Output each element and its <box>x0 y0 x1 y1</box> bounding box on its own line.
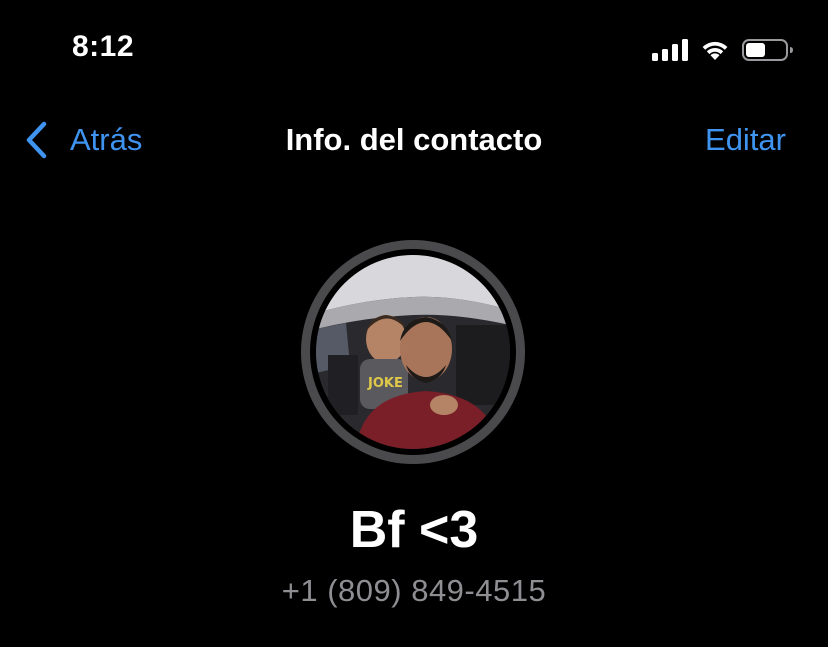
navigation-bar: Atrás Info. del contacto Editar <box>0 112 828 172</box>
wifi-icon <box>702 41 728 60</box>
contact-name: Bf <3 <box>349 501 479 559</box>
avatar[interactable]: JOKE <box>301 240 525 464</box>
avatar-frame: JOKE <box>310 249 516 455</box>
page-title: Info. del contacto <box>285 122 543 157</box>
signal-bars-icon <box>652 39 688 61</box>
profile-photo: JOKE <box>316 255 510 449</box>
contact-phone[interactable]: +1 (809) 849-4515 <box>0 573 828 609</box>
status-time: 8:12 <box>72 30 135 63</box>
status-icons <box>652 36 794 64</box>
battery-icon <box>742 39 793 61</box>
contact-info-screen: 8:12 Atrás Info. del contacto Editar JOK… <box>0 0 828 647</box>
svg-text:JOKE: JOKE <box>367 376 403 391</box>
edit-button[interactable]: Editar <box>705 122 786 158</box>
